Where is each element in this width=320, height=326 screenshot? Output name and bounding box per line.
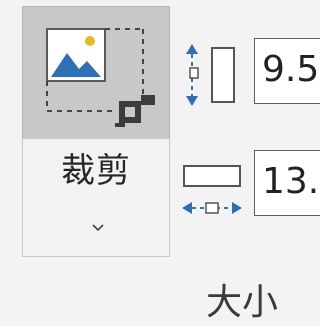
shape-height-input[interactable]: 9.5 [254, 38, 320, 104]
shape-width-input[interactable]: 13. [254, 150, 320, 216]
crop-button[interactable] [22, 6, 170, 140]
crop-split-button[interactable]: 裁剪 [22, 6, 170, 258]
shape-height-value: 9.5 [262, 49, 320, 90]
shape-width-icon [180, 162, 244, 226]
crop-picture-icon [45, 27, 155, 131]
crop-label: 裁剪 [61, 151, 131, 191]
shape-width-value: 13. [262, 161, 320, 202]
shape-height-icon [184, 42, 240, 112]
chevron-down-icon [92, 217, 104, 236]
crop-dropdown-button[interactable]: 裁剪 [22, 139, 170, 257]
size-group-label: 大小 [206, 282, 279, 323]
